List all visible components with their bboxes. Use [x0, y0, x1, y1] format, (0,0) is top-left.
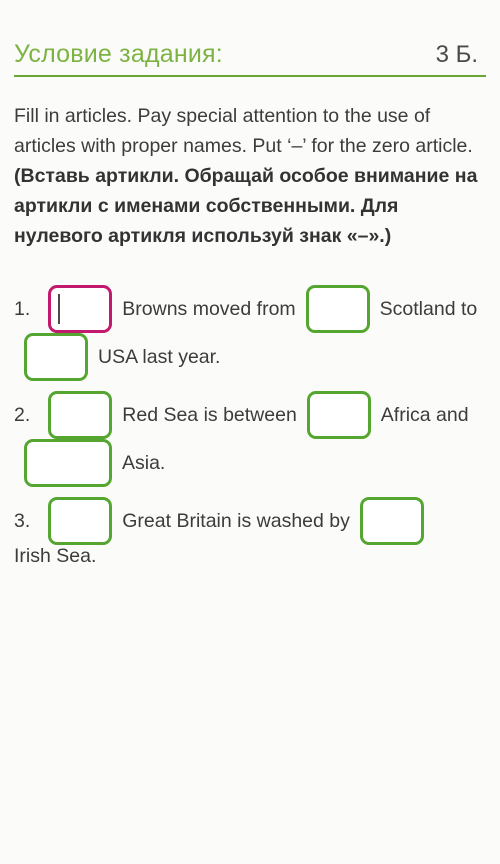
- answer-input[interactable]: [48, 285, 113, 333]
- page-title: Условие задания:: [14, 40, 223, 68]
- question-number: 1.: [14, 297, 31, 320]
- text-caret: [58, 294, 61, 324]
- header-divider: [14, 75, 486, 77]
- question-text: Red Sea is between: [122, 403, 297, 426]
- question-line: 2. Red Sea is between Africa and Asia.: [14, 391, 486, 487]
- answer-input[interactable]: [305, 285, 370, 333]
- answer-input[interactable]: [48, 391, 113, 439]
- answer-input[interactable]: [306, 391, 371, 439]
- question-number: 3.: [14, 509, 31, 532]
- question-item: 3. Great Britain is washed by Irish Sea.: [14, 497, 486, 568]
- task-page: Условие задания: 3 Б. Fill in articles. …: [0, 0, 500, 864]
- question-text: Great Britain is washed by: [122, 509, 350, 532]
- answer-input[interactable]: [24, 333, 88, 381]
- question-line: 3. Great Britain is washed by Irish Sea.: [14, 497, 486, 568]
- instruction-english: Fill in articles. Pay special attention …: [14, 105, 473, 157]
- question-item: 2. Red Sea is between Africa and Asia.: [14, 391, 486, 487]
- answer-input[interactable]: [359, 497, 424, 545]
- question-list: 1. Browns moved from Scotland to USA last y…: [14, 285, 486, 568]
- question-text: Irish Sea.: [14, 545, 97, 567]
- question-text: USA last year.: [98, 345, 221, 368]
- score-badge: 3 Б.: [435, 41, 478, 68]
- question-text: Scotland to: [379, 297, 478, 320]
- answer-input[interactable]: [48, 497, 113, 545]
- question-line: 1. Browns moved from Scotland to USA last y…: [14, 285, 486, 381]
- instruction-russian: (Вставь артикли. Обращай особое внимание…: [14, 165, 478, 247]
- question-text: Asia.: [122, 451, 166, 474]
- answer-input[interactable]: [24, 439, 112, 487]
- question-text: Browns moved from: [122, 297, 296, 320]
- task-header: Условие задания: 3 Б.: [14, 0, 486, 75]
- question-text: Africa and: [380, 403, 469, 426]
- question-number: 2.: [14, 403, 31, 426]
- question-item: 1. Browns moved from Scotland to USA last y…: [14, 285, 486, 381]
